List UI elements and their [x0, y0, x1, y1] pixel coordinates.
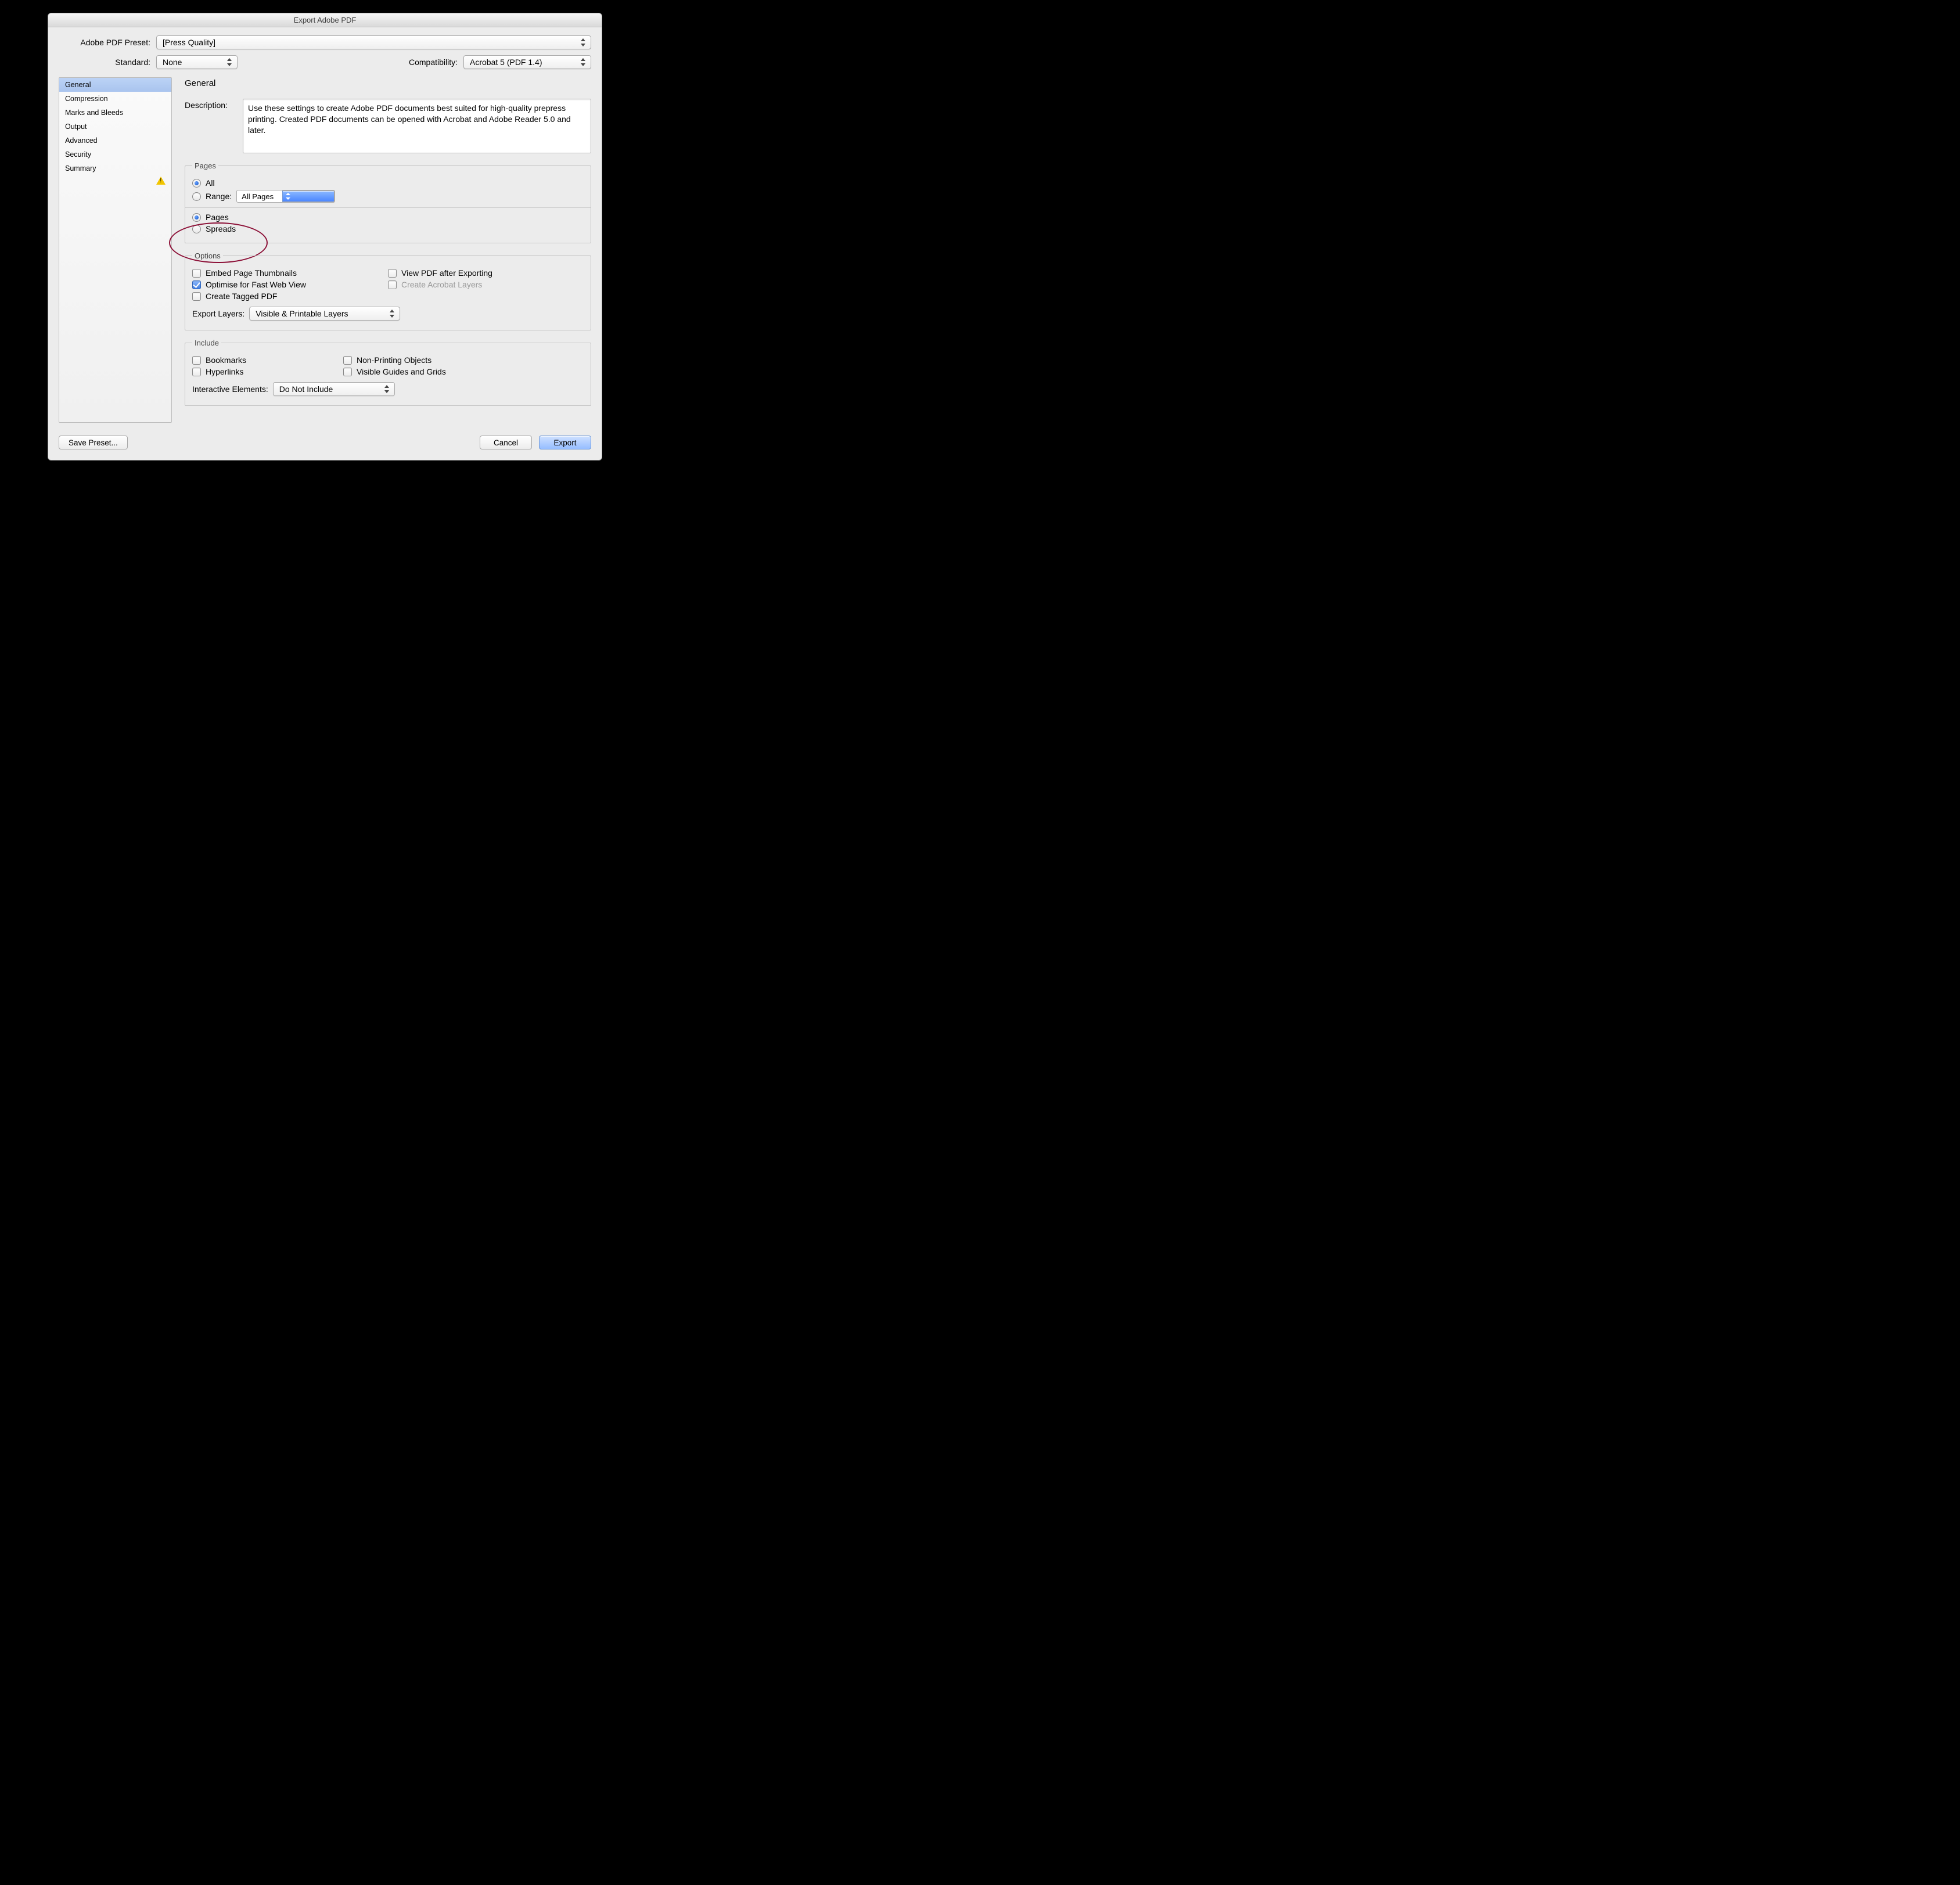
pages-legend: Pages [192, 161, 218, 170]
sidebar-item-marks-bleeds[interactable]: Marks and Bleeds [59, 106, 171, 120]
chk-tagged-label: Create Tagged PDF [206, 292, 277, 301]
category-sidebar: General Compression Marks and Bleeds Out… [59, 77, 172, 423]
interactive-value: Do Not Include [279, 384, 333, 394]
chk-embed-thumbs-label: Embed Page Thumbnails [206, 268, 297, 278]
chk-guides[interactable] [343, 368, 352, 376]
include-group: Include Bookmarks Hyperlinks Non-Printin… [185, 339, 591, 406]
standard-label: Standard: [59, 57, 156, 67]
radio-spreads[interactable] [192, 225, 201, 233]
chk-optimise[interactable] [192, 280, 201, 289]
standard-select[interactable]: None [156, 55, 238, 69]
export-layers-select[interactable]: Visible & Printable Layers [249, 307, 400, 321]
chk-hyperlinks-label: Hyperlinks [206, 367, 243, 376]
range-combo[interactable]: All Pages [236, 190, 335, 203]
sidebar-item-output[interactable]: Output [59, 120, 171, 134]
chk-hyperlinks[interactable] [192, 368, 201, 376]
chk-nonprinting[interactable] [343, 356, 352, 365]
description-label: Description: [185, 99, 243, 153]
radio-pages-label: Pages [206, 213, 229, 222]
updown-icon [282, 190, 335, 202]
radio-all-label: All [206, 178, 215, 188]
save-preset-button[interactable]: Save Preset... [59, 436, 128, 449]
pages-group: Pages All Range: All Pages [185, 161, 591, 243]
sidebar-item-advanced[interactable]: Advanced [59, 134, 171, 148]
chk-embed-thumbs[interactable] [192, 269, 201, 278]
radio-range[interactable] [192, 192, 201, 201]
export-layers-value: Visible & Printable Layers [256, 309, 348, 318]
export-layers-label: Export Layers: [192, 309, 244, 318]
panel-title: General [185, 78, 591, 88]
standard-value: None [163, 57, 182, 67]
compatibility-value: Acrobat 5 (PDF 1.4) [470, 57, 542, 67]
options-legend: Options [192, 251, 223, 260]
warning-icon [156, 177, 166, 185]
description-text[interactable]: Use these settings to create Adobe PDF d… [243, 99, 591, 153]
chk-tagged[interactable] [192, 292, 201, 301]
radio-pages[interactable] [192, 213, 201, 222]
compatibility-select[interactable]: Acrobat 5 (PDF 1.4) [463, 55, 591, 69]
sidebar-item-general[interactable]: General [59, 78, 171, 92]
window-title: Export Adobe PDF [48, 13, 602, 27]
preset-value: [Press Quality] [163, 38, 215, 47]
chk-acrobat-layers [388, 280, 397, 289]
preset-select[interactable]: [Press Quality] [156, 35, 591, 49]
chk-view-after-label: View PDF after Exporting [401, 268, 492, 278]
updown-icon [388, 309, 396, 318]
sidebar-item-security[interactable]: Security [59, 148, 171, 161]
interactive-label: Interactive Elements: [192, 384, 268, 394]
radio-all[interactable] [192, 179, 201, 188]
sidebar-item-summary[interactable]: Summary [59, 161, 171, 175]
export-pdf-dialog: Export Adobe PDF Adobe PDF Preset: [Pres… [48, 13, 602, 461]
chk-guides-label: Visible Guides and Grids [357, 367, 446, 376]
preset-label: Adobe PDF Preset: [59, 38, 156, 47]
chk-view-after[interactable] [388, 269, 397, 278]
chk-optimise-label: Optimise for Fast Web View [206, 280, 306, 289]
chk-bookmarks-label: Bookmarks [206, 355, 246, 365]
chk-acrobat-layers-label: Create Acrobat Layers [401, 280, 482, 289]
range-value: All Pages [237, 192, 282, 201]
interactive-select[interactable]: Do Not Include [273, 382, 395, 396]
updown-icon [383, 384, 391, 394]
chk-bookmarks[interactable] [192, 356, 201, 365]
sidebar-item-compression[interactable]: Compression [59, 92, 171, 106]
options-group: Options Embed Page Thumbnails Optimise f… [185, 251, 591, 330]
include-legend: Include [192, 339, 221, 347]
radio-spreads-label: Spreads [206, 224, 236, 233]
cancel-button[interactable]: Cancel [480, 436, 532, 449]
radio-range-label: Range: [206, 192, 232, 201]
updown-icon [579, 57, 587, 67]
updown-icon [225, 57, 233, 67]
updown-icon [579, 38, 587, 47]
compatibility-label: Compatibility: [409, 57, 463, 67]
chk-nonprinting-label: Non-Printing Objects [357, 355, 431, 365]
export-button[interactable]: Export [539, 436, 591, 449]
